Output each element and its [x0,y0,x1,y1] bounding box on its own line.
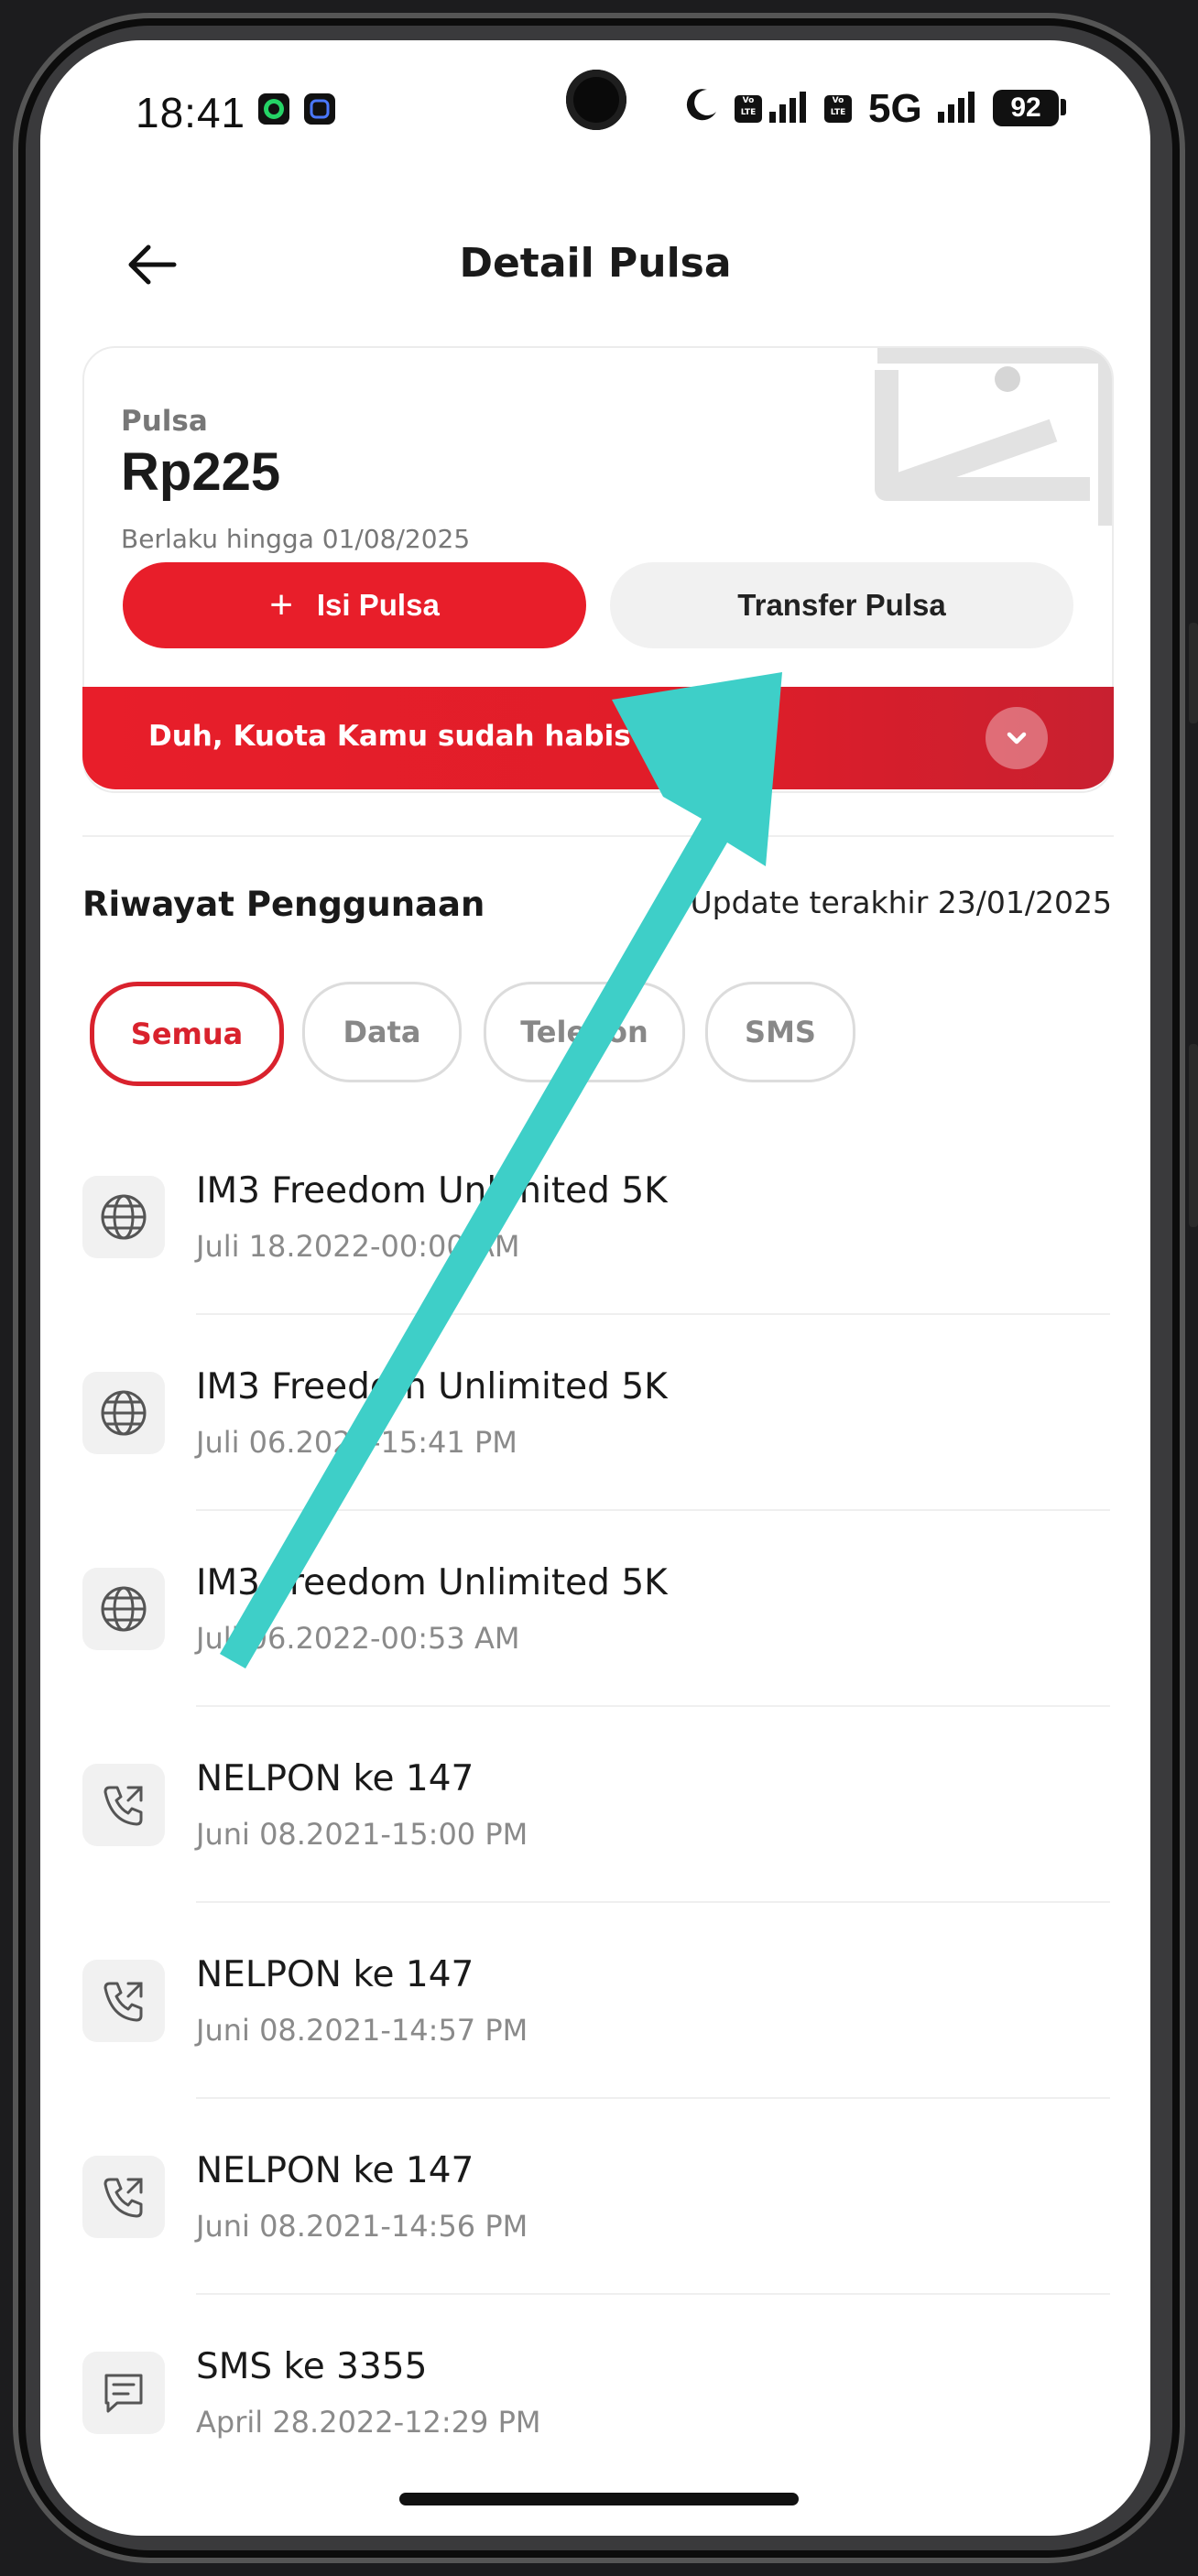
battery-level: 92 [993,90,1059,126]
list-item[interactable]: IM3 Freedom Unlimited 5K Juli 06.2022-15… [40,1366,1150,1568]
list-item[interactable]: IM3 Freedom Unlimited 5K Juli 06.2022-00… [40,1562,1150,1764]
filter-chip-sms[interactable]: SMS [705,982,855,1082]
alert-expand-button[interactable] [986,707,1048,769]
chevron-down-icon [1007,732,1027,745]
globe-icon [82,1568,165,1650]
message-icon [82,2352,165,2434]
globe-icon [82,1372,165,1454]
topup-button[interactable]: + Isi Pulsa [123,562,586,648]
item-date: Juni 08.2021-14:57 PM [196,2013,528,2048]
app-screen: 18:41 Vo LTE Vo LTE 5G 92 Detail Pulsa P… [40,40,1150,2536]
item-date: Juli 06.2022-00:53 AM [196,1621,520,1656]
volte-icon: Vo LTE [735,95,762,123]
wallet-illustration [875,348,1112,526]
battery-tip [1061,99,1066,115]
item-divider [196,2097,1110,2099]
power-button [1189,1044,1198,1227]
plus-icon: + [269,582,293,627]
front-camera [566,70,626,130]
list-item[interactable]: IM3 Freedom Unlimited 5K Juli 18.2022-00… [40,1170,1150,1372]
filter-chip-semua[interactable]: Semua [90,982,284,1086]
item-title: IM3 Freedom Unlimited 5K [196,1366,668,1408]
list-item[interactable]: NELPON ke 147 Juni 08.2021-15:00 PM [40,1758,1150,1960]
item-divider [196,1509,1110,1511]
signal-icon [769,92,806,123]
whatsapp-icon [258,93,289,125]
section-divider [82,835,1114,837]
globe-icon [82,1176,165,1258]
filter-chip-data[interactable]: Data [302,982,462,1082]
item-divider [196,2293,1110,2295]
volte-icon-2: Vo LTE [824,95,852,123]
page-title: Detail Pulsa [459,240,732,287]
item-divider [196,1705,1110,1707]
balance-label: Pulsa [121,405,208,438]
item-title: SMS ke 3355 [196,2346,428,2387]
topup-label: Isi Pulsa [316,588,440,622]
item-date: April 28.2022-12:29 PM [196,2405,541,2440]
phone-outgoing-icon [82,2156,165,2238]
validity-text: Berlaku hingga 01/08/2025 [121,524,471,554]
phone-outgoing-icon [82,1764,165,1846]
item-date: Juni 08.2021-15:00 PM [196,1817,528,1852]
item-divider [196,1901,1110,1903]
moon-icon [681,84,722,125]
list-item[interactable]: SMS ke 3355 April 28.2022-12:29 PM [40,2346,1150,2516]
item-title: NELPON ke 147 [196,1758,474,1799]
item-title: NELPON ke 147 [196,1954,474,1995]
transfer-label: Transfer Pulsa [737,588,946,622]
app-notification-icon [304,93,335,125]
filter-chip-telepon[interactable]: Telepon [484,982,685,1082]
item-title: NELPON ke 147 [196,2150,474,2191]
item-divider [196,1313,1110,1315]
home-indicator[interactable] [399,2493,799,2505]
item-date: Juni 08.2021-14:56 PM [196,2209,528,2244]
item-title: IM3 Freedom Unlimited 5K [196,1562,668,1603]
alert-message: Duh, Kuota Kamu sudah habis [148,720,631,753]
history-title: Riwayat Penggunaan [82,885,485,924]
list-item[interactable]: NELPON ke 147 Juni 08.2021-14:56 PM [40,2150,1150,2352]
transfer-button[interactable]: Transfer Pulsa [610,562,1073,648]
item-title: IM3 Freedom Unlimited 5K [196,1170,668,1212]
balance-amount: Rp225 [121,442,281,502]
signal-icon-2 [938,92,975,123]
status-time: 18:41 [136,89,246,136]
history-updated: Update terakhir 23/01/2025 [690,885,1113,920]
item-date: Juli 06.2022-15:41 PM [196,1425,517,1460]
item-date: Juli 18.2022-00:00 AM [196,1229,520,1264]
list-item[interactable]: NELPON ke 147 Juni 08.2021-14:57 PM [40,1954,1150,2156]
phone-outgoing-icon [82,1960,165,2042]
volume-button [1189,623,1198,723]
network-type: 5G [868,86,922,131]
